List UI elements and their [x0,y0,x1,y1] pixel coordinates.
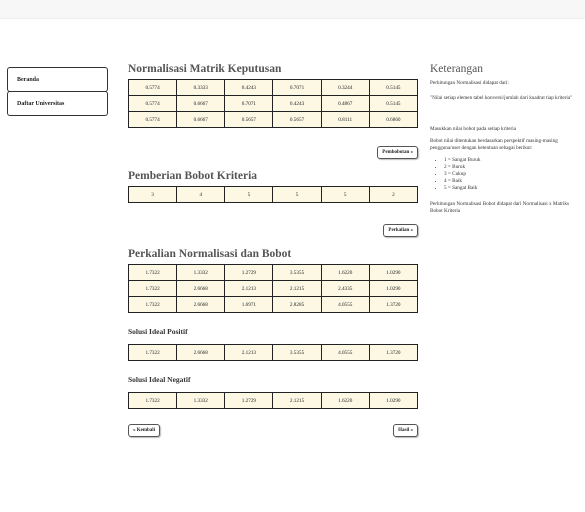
table-cell: 0.3244 [320,79,370,96]
table-row: 1.7322 1.3332 1.2729 3.5355 1.6220 1.0290 [127,264,419,281]
list-item: 1 = Sangat Buruk [444,157,580,164]
table-row: 1.7322 2.6668 2.1213 2.1215 2.4335 1.0290 [127,280,419,297]
table-cell: 5 [320,186,370,203]
ideal-negatif-table: 1.7322 1.3332 1.2729 2.1215 1.6220 1.0290 [127,392,419,409]
table-cell: 0.8111 [320,111,370,128]
list-item: 2 = Buruk [444,164,580,171]
list-item: 5 = Sangat Baik [444,185,580,192]
table-cell: 2 [368,186,419,203]
table-cell: 2.1213 [224,344,274,361]
table-cell: 1.6220 [320,392,370,409]
top-bar [0,0,585,19]
list-item: 4 = Baik [444,178,580,185]
table-cell: 2.6668 [176,280,226,297]
kembali-button[interactable]: « Kembali [128,424,161,437]
table-cell: 1.7322 [127,344,178,361]
keterangan-panel: Keterangan Perhitungan Normalisasi didap… [430,62,580,220]
table-cell: 0.5145 [368,79,419,96]
ideal-positif-title: Solusi Ideal Positif [128,327,188,336]
normalisasi-title: Normalisasi Matrik Keputusan [128,63,282,75]
table-cell: 0.7071 [224,95,274,112]
table-cell: 2.1213 [224,280,274,297]
table-cell: 2.1215 [272,280,322,297]
table-cell: 2.6668 [176,296,226,313]
table-cell: 3.5355 [272,344,322,361]
table-cell: 4.0555 [320,296,370,313]
table-row: 0.5774 0.3333 0.4243 0.7071 0.3244 0.5145 [127,79,419,96]
table-cell: 0.5657 [224,111,274,128]
table-cell: 3.5355 [272,264,322,281]
table-cell: 0.6860 [368,111,419,128]
table-cell: 0.3333 [176,79,226,96]
pembobotan-button[interactable]: Pembobotan » [377,146,418,159]
keterangan-p1: Perhitungan Normalisasi didapat dari: [430,80,509,86]
bobot-title: Pemberian Bobot Kriteria [128,170,258,182]
table-cell: 1.0290 [368,392,419,409]
keterangan-p3: Masukkan nilai bobot pada setiap kriteri… [430,126,517,132]
table-cell: 0.5774 [127,79,178,96]
table-cell: 5 [272,186,322,203]
sidebar: Beranda Daftar Universitas [7,67,108,116]
table-row: 345552 [127,186,419,203]
table-cell: 0.6667 [176,111,226,128]
keterangan-p2: "Nilai setiap elemen tabel konversi/juml… [430,95,573,101]
table-cell: 1.0290 [368,264,419,281]
bobot-scale-list: 1 = Sangat Buruk 2 = Buruk 3 = Cukup 4 =… [430,157,580,192]
table-cell: 2.1215 [272,392,322,409]
ideal-positif-table: 1.7322 2.6668 2.1213 3.5355 4.0555 1.3720 [127,344,419,361]
table-cell: 4 [176,186,226,203]
table-row: 0.5774 0.6667 0.5657 0.5657 0.8111 0.6860 [127,111,419,128]
table-cell: 1.7322 [127,296,178,313]
table-cell: 3 [127,186,178,203]
table-row: 1.7322 1.3332 1.2729 2.1215 1.6220 1.0290 [127,392,419,409]
table-cell: 0.4243 [272,95,322,112]
table-cell: 1.7322 [127,280,178,297]
table-cell: 0.7071 [272,79,322,96]
table-cell: 2.4335 [320,280,370,297]
main-content: Normalisasi Matrik Keputusan 0.5774 0.333… [127,62,419,437]
table-cell: 5 [224,186,274,203]
table-cell: 2.6668 [176,344,226,361]
sidebar-item-daftar-universitas[interactable]: Daftar Universitas [7,91,108,116]
table-cell: 1.2729 [224,392,274,409]
table-cell: 0.5145 [368,95,419,112]
table-cell: 1.7322 [127,264,178,281]
table-cell: 0.4867 [320,95,370,112]
list-item: 3 = Cukup [444,171,580,178]
table-cell: 1.3720 [368,296,419,313]
table-cell: 0.4243 [224,79,274,96]
table-cell: 1.0290 [368,280,419,297]
table-cell: 1.3332 [176,264,226,281]
table-cell: 1.6220 [320,264,370,281]
table-cell: 0.5657 [272,111,322,128]
table-cell: 1.7322 [127,392,178,409]
table-cell: 1.6971 [224,296,274,313]
sidebar-item-beranda[interactable]: Beranda [7,67,108,92]
table-row: 1.7322 2.6668 1.6971 2.8285 4.0555 1.3720 [127,296,419,313]
table-row: 0.5774 0.6667 0.7071 0.4243 0.4867 0.5145 [127,95,419,112]
bobot-table: 345552 [127,186,419,203]
table-cell: 0.5774 [127,95,178,112]
table-cell: 4.0555 [320,344,370,361]
table-cell: 2.8285 [272,296,322,313]
normalisasi-table: 0.5774 0.3333 0.4243 0.7071 0.3244 0.5145 0.57… [127,79,419,128]
keterangan-p4: Bobot nilai ditentukan berdasarkan persp… [430,138,558,151]
table-row: 1.7322 2.6668 2.1213 3.5355 4.0555 1.3720 [127,344,419,361]
hasil-button[interactable]: Hasil » [393,424,418,437]
perkalian-title: Perkalian Normalisasi dan Bobot [128,248,292,260]
table-cell: 1.2729 [224,264,274,281]
perkalian-table: 1.7322 1.3332 1.2729 3.5355 1.6220 1.0290 1.73… [127,264,419,313]
table-cell: 1.3720 [368,344,419,361]
ideal-negatif-title: Solusi Ideal Negatif [128,375,191,384]
table-cell: 1.3332 [176,392,226,409]
keterangan-title: Keterangan [430,63,483,75]
keterangan-p5: Perhitungan Normalisasi Bobot didapat da… [430,201,570,214]
table-cell: 0.5774 [127,111,178,128]
table-cell: 0.6667 [176,95,226,112]
perkalian-button[interactable]: Perkalian » [383,224,418,237]
